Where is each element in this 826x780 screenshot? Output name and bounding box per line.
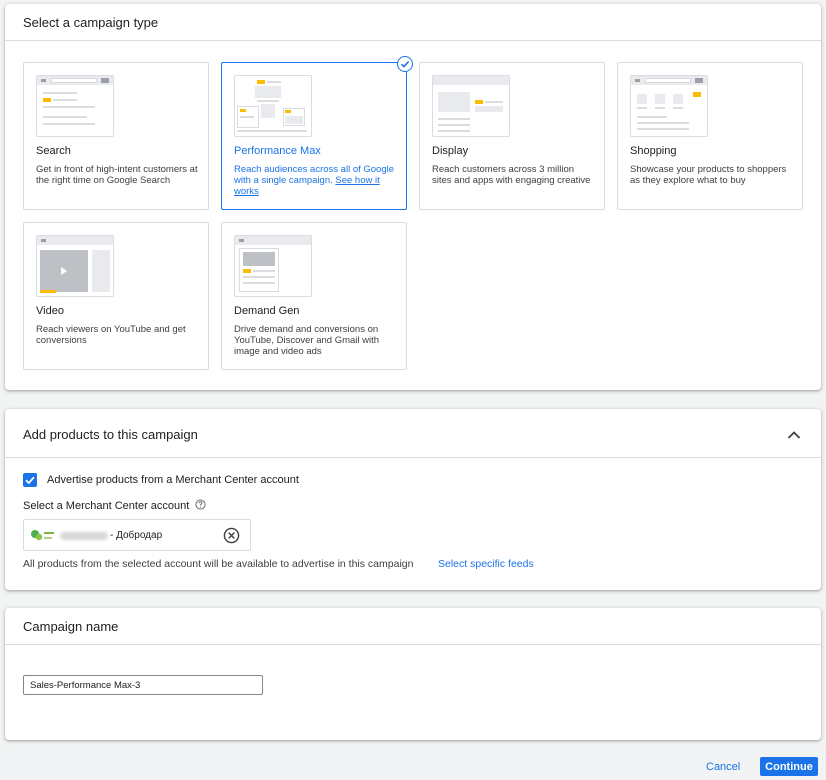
add-products-header[interactable]: Add products to this campaign bbox=[5, 409, 821, 458]
advertise-products-checkbox[interactable] bbox=[23, 473, 37, 487]
products-note: All products from the selected account w… bbox=[23, 558, 414, 570]
search-thumbnail-icon bbox=[36, 75, 114, 137]
card-video[interactable]: Video Reach viewers on YouTube and get c… bbox=[23, 222, 209, 370]
continue-button[interactable]: Continue bbox=[760, 757, 818, 776]
campaign-name-input[interactable] bbox=[23, 675, 263, 695]
card-display-description: Reach customers across 3 million sites a… bbox=[432, 164, 591, 186]
merchant-center-label-row: Select a Merchant Center account bbox=[23, 499, 206, 513]
card-search-title: Search bbox=[36, 145, 71, 157]
shopping-thumbnail-icon bbox=[630, 75, 708, 137]
merchant-logo-icon bbox=[30, 528, 56, 549]
advertise-products-row: Advertise products from a Merchant Cente… bbox=[23, 473, 299, 487]
card-performance-max-title: Performance Max bbox=[234, 145, 321, 157]
card-shopping-title: Shopping bbox=[630, 145, 677, 157]
selected-check-icon bbox=[397, 56, 413, 72]
merchant-center-label: Select a Merchant Center account bbox=[23, 500, 190, 512]
video-thumbnail-icon bbox=[36, 235, 114, 297]
card-display-title: Display bbox=[432, 145, 469, 157]
select-specific-feeds-link[interactable]: Select specific feeds bbox=[438, 558, 534, 570]
redacted-account-id bbox=[60, 532, 108, 540]
campaign-name-header: Campaign name bbox=[5, 608, 821, 645]
display-thumbnail-icon bbox=[432, 75, 510, 137]
add-products-panel: Add products to this campaign Advertise … bbox=[5, 409, 821, 590]
card-shopping-description: Showcase your products to shoppers as th… bbox=[630, 164, 787, 186]
card-demand-gen[interactable]: Demand Gen Drive demand and conversions … bbox=[221, 222, 407, 370]
card-display[interactable]: Display Reach customers across 3 million… bbox=[419, 62, 605, 210]
demand-gen-thumbnail-icon bbox=[234, 235, 312, 297]
card-video-description: Reach viewers on YouTube and get convers… bbox=[36, 324, 186, 346]
clear-circle-icon[interactable] bbox=[223, 527, 240, 549]
performance-max-thumbnail-icon bbox=[234, 75, 312, 137]
advertise-products-label: Advertise products from a Merchant Cente… bbox=[47, 474, 299, 486]
campaign-name-panel: Campaign name bbox=[5, 608, 821, 740]
campaign-type-header: Select a campaign type bbox=[5, 4, 821, 41]
card-performance-max-description: Reach audiences across all of Google wit… bbox=[234, 164, 398, 197]
card-performance-max[interactable]: Performance Max Reach audiences across a… bbox=[221, 56, 413, 210]
card-shopping[interactable]: Shopping Showcase your products to shopp… bbox=[617, 62, 803, 210]
card-search-description: Get in front of high-intent customers at… bbox=[36, 164, 198, 186]
chevron-up-icon[interactable] bbox=[787, 427, 801, 445]
merchant-center-account-select[interactable]: - Добродар bbox=[23, 519, 251, 551]
campaign-type-panel: Select a campaign type Search Get in fro… bbox=[5, 4, 821, 390]
card-demand-gen-title: Demand Gen bbox=[234, 305, 300, 317]
card-search[interactable]: Search Get in front of high-intent custo… bbox=[23, 62, 209, 210]
card-video-title: Video bbox=[36, 305, 64, 317]
help-icon[interactable] bbox=[195, 499, 206, 513]
cancel-button[interactable]: Cancel bbox=[706, 758, 740, 776]
card-demand-gen-description: Drive demand and conversions on YouTube,… bbox=[234, 324, 380, 357]
merchant-account-name: - Добродар bbox=[110, 530, 163, 541]
